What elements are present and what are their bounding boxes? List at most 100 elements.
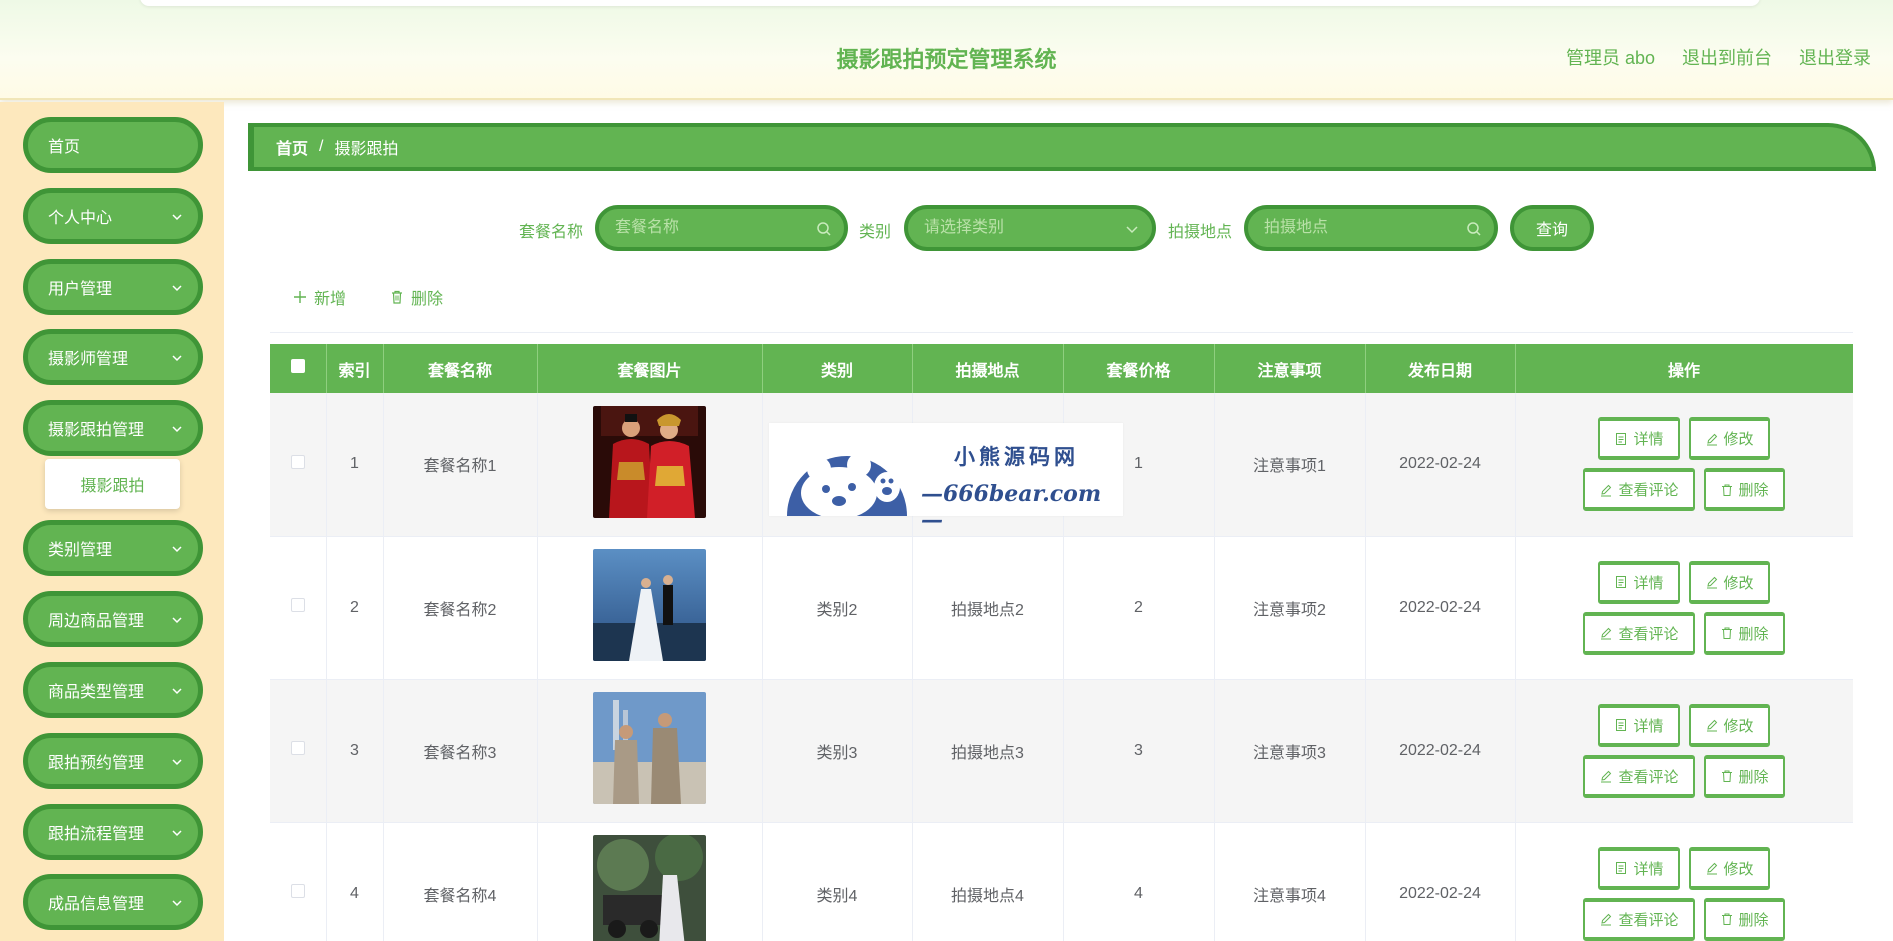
column-header-image: 套餐图片 xyxy=(537,344,763,393)
package-name-input[interactable] xyxy=(615,217,806,239)
row-checkbox[interactable] xyxy=(290,741,305,755)
pencil-icon xyxy=(1706,719,1717,732)
index-cell: 1 xyxy=(326,393,384,537)
table-row: 2 套餐名称2 类别2 拍摄地点2 2 注意事项2 2022-02-24 详情 … xyxy=(270,536,1853,680)
sidebar-item-personal-center[interactable]: 个人中心 xyxy=(23,188,203,244)
row-select-cell xyxy=(270,393,327,537)
edit-button[interactable]: 修改 xyxy=(1688,846,1770,890)
document-icon xyxy=(1616,576,1627,588)
column-header-date: 发布日期 xyxy=(1365,344,1516,393)
view-comments-button[interactable]: 查看评论 xyxy=(1583,754,1695,798)
sidebar-item-photographers[interactable]: 摄影师管理 xyxy=(23,329,203,385)
row-select-cell xyxy=(270,536,327,680)
edit-button[interactable]: 修改 xyxy=(1688,703,1770,747)
row-checkbox[interactable] xyxy=(290,884,305,898)
view-comments-button[interactable]: 查看评论 xyxy=(1583,468,1695,512)
to-front-link[interactable]: 退出到前台 xyxy=(1682,44,1772,70)
delete-button[interactable]: 删除 xyxy=(1703,754,1785,798)
sidebar-item-label: 跟拍预约管理 xyxy=(48,755,145,772)
breadcrumb: 首页 / 摄影跟拍 xyxy=(248,123,1876,171)
add-button[interactable]: 新增 xyxy=(292,285,346,309)
column-header-notes: 注意事项 xyxy=(1214,344,1366,393)
index-cell: 4 xyxy=(326,822,384,941)
select-all-checkbox[interactable] xyxy=(290,359,305,373)
chevron-down-icon xyxy=(172,830,182,837)
category-select-input[interactable] xyxy=(924,217,1114,239)
edit-button[interactable]: 修改 xyxy=(1688,417,1770,461)
category-cell: 类别4 xyxy=(762,822,913,941)
location-input[interactable] xyxy=(1264,217,1456,239)
bear-logo-icon xyxy=(787,453,907,516)
name-cell: 套餐名称3 xyxy=(383,679,538,823)
sidebar-item-goods-types[interactable]: 商品类型管理 xyxy=(23,662,203,718)
sidebar-item-label: 摄影跟拍管理 xyxy=(48,422,145,439)
view-comments-button[interactable]: 查看评论 xyxy=(1583,611,1695,655)
name-cell: 套餐名称4 xyxy=(383,822,538,941)
sidebar-item-home[interactable]: 首页 xyxy=(23,117,203,173)
submenu-item-photo-shoot[interactable]: 摄影跟拍 xyxy=(45,459,180,509)
price-cell: 2 xyxy=(1063,536,1215,680)
edit-button[interactable]: 修改 xyxy=(1688,560,1770,604)
query-button[interactable]: 查询 xyxy=(1510,205,1594,251)
view-comments-button[interactable]: 查看评论 xyxy=(1583,897,1695,941)
edit-button-label: 修改 xyxy=(1723,574,1754,592)
column-header-index: 索引 xyxy=(326,344,384,393)
notes-cell: 注意事项4 xyxy=(1214,822,1366,941)
date-cell: 2022-02-24 xyxy=(1365,679,1516,823)
chevron-down-icon xyxy=(172,214,182,221)
row-select-cell xyxy=(270,822,327,941)
delete-button-label: 删除 xyxy=(1738,768,1769,786)
detail-button[interactable]: 详情 xyxy=(1598,417,1680,461)
sidebar-item-label: 用户管理 xyxy=(48,281,113,298)
sidebar-item-peripheral-goods[interactable]: 周边商品管理 xyxy=(23,591,203,647)
document-icon xyxy=(1616,862,1627,874)
sidebar-item-label: 成品信息管理 xyxy=(48,896,145,913)
sidebar-item-bookings[interactable]: 跟拍预约管理 xyxy=(23,733,203,789)
chevron-down-icon xyxy=(172,426,182,433)
edit-button-label: 修改 xyxy=(1723,717,1754,735)
column-header-price: 套餐价格 xyxy=(1063,344,1215,393)
category-label: 类别 xyxy=(859,224,892,241)
row-select-cell xyxy=(270,679,327,823)
sidebar-item-photo-shoots[interactable]: 摄影跟拍管理 xyxy=(23,400,203,456)
sidebar-item-label: 摄影师管理 xyxy=(48,351,129,368)
delete-button[interactable]: 删除 xyxy=(1703,611,1785,655)
add-button-label: 新增 xyxy=(314,291,347,308)
column-header-actions: 操作 xyxy=(1515,344,1853,393)
category-select[interactable] xyxy=(904,205,1156,251)
detail-button[interactable]: 详情 xyxy=(1598,703,1680,747)
chevron-down-icon xyxy=(172,355,182,362)
sidebar-item-products[interactable]: 成品信息管理 xyxy=(23,874,203,930)
column-header-name: 套餐名称 xyxy=(383,344,538,393)
column-header-location: 拍摄地点 xyxy=(912,344,1064,393)
notes-cell: 注意事项3 xyxy=(1214,679,1366,823)
row-checkbox[interactable] xyxy=(290,598,305,612)
delete-button[interactable]: 删除 xyxy=(1703,897,1785,941)
breadcrumb-home[interactable]: 首页 xyxy=(276,135,308,159)
detail-button[interactable]: 详情 xyxy=(1598,560,1680,604)
delete-button[interactable]: 删除 xyxy=(1703,468,1785,512)
category-cell: 类别2 xyxy=(762,536,913,680)
chevron-down-icon xyxy=(1126,226,1138,234)
view-comments-button-label: 查看评论 xyxy=(1618,768,1679,786)
detail-button[interactable]: 详情 xyxy=(1598,846,1680,890)
view-comments-button-label: 查看评论 xyxy=(1618,625,1679,643)
location-cell: 拍摄地点4 xyxy=(912,822,1064,941)
pencil-icon xyxy=(1601,484,1612,497)
top-header: 摄影跟拍预定管理系统 管理员 abo 退出到前台 退出登录 xyxy=(0,0,1893,100)
pencil-icon xyxy=(1601,627,1612,640)
sidebar-item-categories[interactable]: 类别管理 xyxy=(23,520,203,576)
sidebar-item-users[interactable]: 用户管理 xyxy=(23,259,203,315)
location-cell: 拍摄地点2 xyxy=(912,536,1064,680)
name-cell: 套餐名称2 xyxy=(383,536,538,680)
detail-button-label: 详情 xyxy=(1633,574,1664,592)
sidebar-item-process[interactable]: 跟拍流程管理 xyxy=(23,804,203,860)
plus-icon xyxy=(294,291,306,303)
table-row: 3 套餐名称3 类别3 拍摄地点3 3 注意事项3 2022-02-24 详情 … xyxy=(270,679,1853,823)
document-icon xyxy=(1616,432,1627,445)
sidebar-item-label: 首页 xyxy=(48,139,81,156)
row-checkbox[interactable] xyxy=(290,454,305,469)
batch-delete-button[interactable]: 删除 xyxy=(389,285,443,309)
logout-link[interactable]: 退出登录 xyxy=(1799,44,1871,70)
image-cell xyxy=(537,393,763,537)
